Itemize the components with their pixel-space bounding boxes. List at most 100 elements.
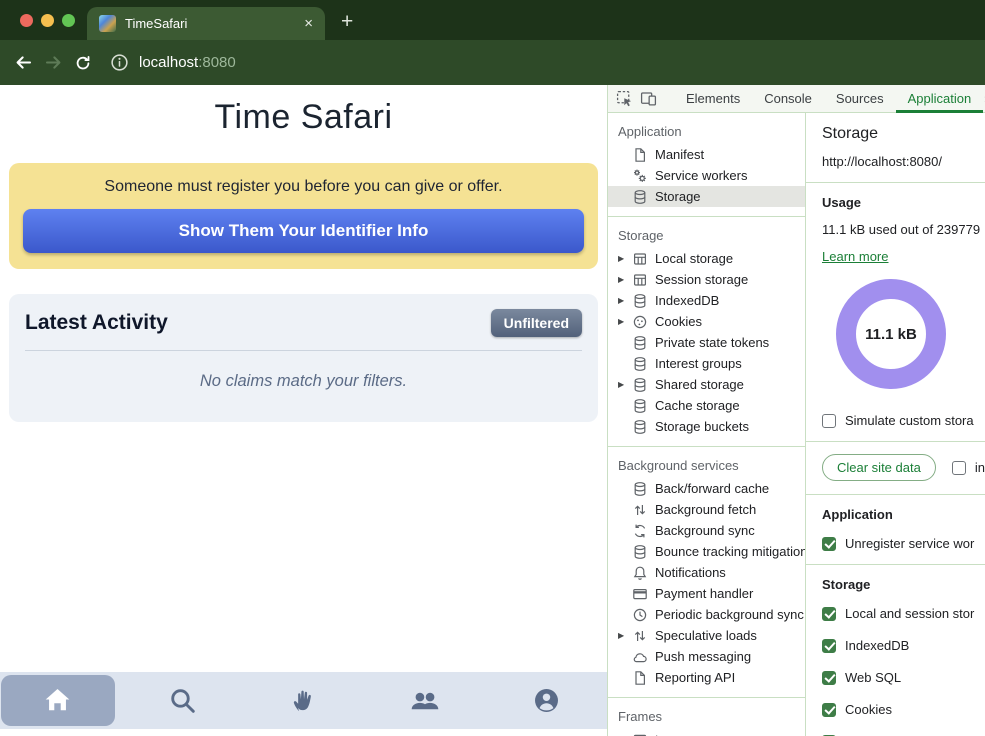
local-session-checkbox[interactable] xyxy=(822,607,836,621)
site-info-icon[interactable] xyxy=(110,53,129,72)
unfiltered-button[interactable]: Unfiltered xyxy=(491,309,582,337)
database-icon xyxy=(632,293,648,309)
tree-item-manifest[interactable]: Manifest xyxy=(608,144,805,165)
unregister-checkbox[interactable] xyxy=(822,537,836,551)
unregister-label: Unregister service wor xyxy=(845,536,974,551)
learn-more-link[interactable]: Learn more xyxy=(822,249,888,264)
cookie-icon xyxy=(632,314,648,330)
database-icon xyxy=(632,481,648,497)
inspect-cursor-icon xyxy=(616,90,633,107)
expand-arrow-icon[interactable]: ▶ xyxy=(618,380,632,389)
storage-option-row: IndexedDB xyxy=(822,638,985,653)
cloud-icon xyxy=(632,649,648,665)
back-arrow-icon xyxy=(14,53,33,72)
expand-arrow-icon[interactable]: ▶ xyxy=(618,631,632,640)
people-icon xyxy=(410,686,440,716)
latest-activity-card: Latest Activity Unfiltered No claims mat… xyxy=(9,294,598,422)
tree-item-service-workers[interactable]: Service workers xyxy=(608,165,805,186)
section-header: Storage xyxy=(608,217,805,248)
websql-checkbox[interactable] xyxy=(822,671,836,685)
device-toolbar-icon xyxy=(640,90,657,107)
url-port: :8080 xyxy=(198,54,236,71)
including-checkbox[interactable] xyxy=(952,461,966,475)
indexeddb-checkbox[interactable] xyxy=(822,639,836,653)
zoom-window-button[interactable] xyxy=(62,14,75,27)
tree-item-background-fetch[interactable]: Background fetch xyxy=(608,499,805,520)
tree-item-indexeddb[interactable]: ▶ IndexedDB xyxy=(608,290,805,311)
tree-item-speculative-loads[interactable]: ▶ Speculative loads xyxy=(608,625,805,646)
close-window-button[interactable] xyxy=(20,14,33,27)
tab-console[interactable]: Console xyxy=(752,85,824,113)
page-title: Time Safari xyxy=(0,98,607,137)
usage-text: 11.1 kB used out of 239779 xyxy=(822,222,985,237)
tree-item-notifications[interactable]: Notifications xyxy=(608,562,805,583)
storage-option-row: Local and session stor xyxy=(822,606,985,621)
nav-profile-button[interactable] xyxy=(486,672,607,729)
address-bar[interactable]: localhost:8080 xyxy=(110,53,236,72)
database-icon xyxy=(632,419,648,435)
tab-title: TimeSafari xyxy=(125,16,295,31)
tree-item-private-state-tokens[interactable]: Private state tokens xyxy=(608,332,805,353)
expand-arrow-icon[interactable]: ▶ xyxy=(618,296,632,305)
nav-projects-button[interactable] xyxy=(243,672,364,729)
application-heading: Application xyxy=(822,507,985,522)
nav-search-button[interactable] xyxy=(121,672,242,729)
nav-contacts-button[interactable] xyxy=(364,672,485,729)
simulate-quota-checkbox[interactable] xyxy=(822,414,836,428)
tree-item-back-forward-cache[interactable]: Back/forward cache xyxy=(608,478,805,499)
database-icon xyxy=(632,544,648,560)
panel-title: Storage xyxy=(822,125,985,143)
storage-detail-panel: Storage http://localhost:8080/ Usage 11.… xyxy=(806,113,985,736)
tree-item-cache-storage[interactable]: Cache storage xyxy=(608,395,805,416)
cookies-checkbox[interactable] xyxy=(822,703,836,717)
tree-item-background-sync[interactable]: Background sync xyxy=(608,520,805,541)
tree-item-storage-buckets[interactable]: Storage buckets xyxy=(608,416,805,437)
donut-value: 11.1 kB xyxy=(865,326,917,343)
inspect-element-button[interactable] xyxy=(616,86,640,112)
document-icon xyxy=(632,147,648,163)
nav-home-button[interactable] xyxy=(1,675,115,726)
database-icon xyxy=(632,377,648,393)
reload-button[interactable] xyxy=(68,48,98,78)
tree-item-local-storage[interactable]: ▶ Local storage xyxy=(608,248,805,269)
tree-item-cookies[interactable]: ▶ Cookies xyxy=(608,311,805,332)
tree-item-bounce-tracking-mitigation[interactable]: Bounce tracking mitigation xyxy=(608,541,805,562)
alert-message: Someone must register you before you can… xyxy=(23,178,584,196)
origin-url: http://localhost:8080/ xyxy=(822,154,985,169)
sync-icon xyxy=(632,523,648,539)
tab-application[interactable]: Application xyxy=(896,85,984,113)
show-identifier-button[interactable]: Show Them Your Identifier Info xyxy=(23,209,584,253)
tree-item-interest-groups[interactable]: Interest groups xyxy=(608,353,805,374)
tree-item-top-frame[interactable]: ▶ top xyxy=(608,729,805,736)
new-tab-button[interactable]: + xyxy=(341,10,353,34)
expand-arrow-icon[interactable]: ▶ xyxy=(618,317,632,326)
tree-item-session-storage[interactable]: ▶ Session storage xyxy=(608,269,805,290)
expand-arrow-icon[interactable]: ▶ xyxy=(618,254,632,263)
person-icon xyxy=(533,687,560,714)
section-header: Frames xyxy=(608,698,805,729)
empty-claims-message: No claims match your filters. xyxy=(25,372,582,391)
minimize-window-button[interactable] xyxy=(41,14,54,27)
including-row: in xyxy=(952,460,985,475)
expand-arrow-icon[interactable]: ▶ xyxy=(618,275,632,284)
tree-item-storage[interactable]: Storage xyxy=(608,186,805,207)
reload-icon xyxy=(74,54,92,72)
tree-item-shared-storage[interactable]: ▶ Shared storage xyxy=(608,374,805,395)
tree-section-application: Application Manifest Service workers Sto… xyxy=(608,113,805,217)
hand-icon xyxy=(291,688,317,714)
browser-toolbar: localhost:8080 xyxy=(0,40,985,85)
storage-option-row: Cookies xyxy=(822,702,985,717)
browser-tab[interactable]: TimeSafari × xyxy=(87,7,325,40)
tab-close-icon[interactable]: × xyxy=(304,16,313,31)
tab-elements[interactable]: Elements xyxy=(674,85,752,113)
tree-item-payment-handler[interactable]: Payment handler xyxy=(608,583,805,604)
forward-button[interactable] xyxy=(38,48,68,78)
tab-sources[interactable]: Sources xyxy=(824,85,896,113)
device-toolbar-button[interactable] xyxy=(640,86,664,112)
tree-section-background-services: Background services Back/forward cache B… xyxy=(608,447,805,698)
clear-site-data-button[interactable]: Clear site data xyxy=(822,454,936,481)
tree-item-push-messaging[interactable]: Push messaging xyxy=(608,646,805,667)
tree-item-reporting-api[interactable]: Reporting API xyxy=(608,667,805,688)
tree-item-periodic-background-sync[interactable]: Periodic background sync xyxy=(608,604,805,625)
back-button[interactable] xyxy=(8,48,38,78)
